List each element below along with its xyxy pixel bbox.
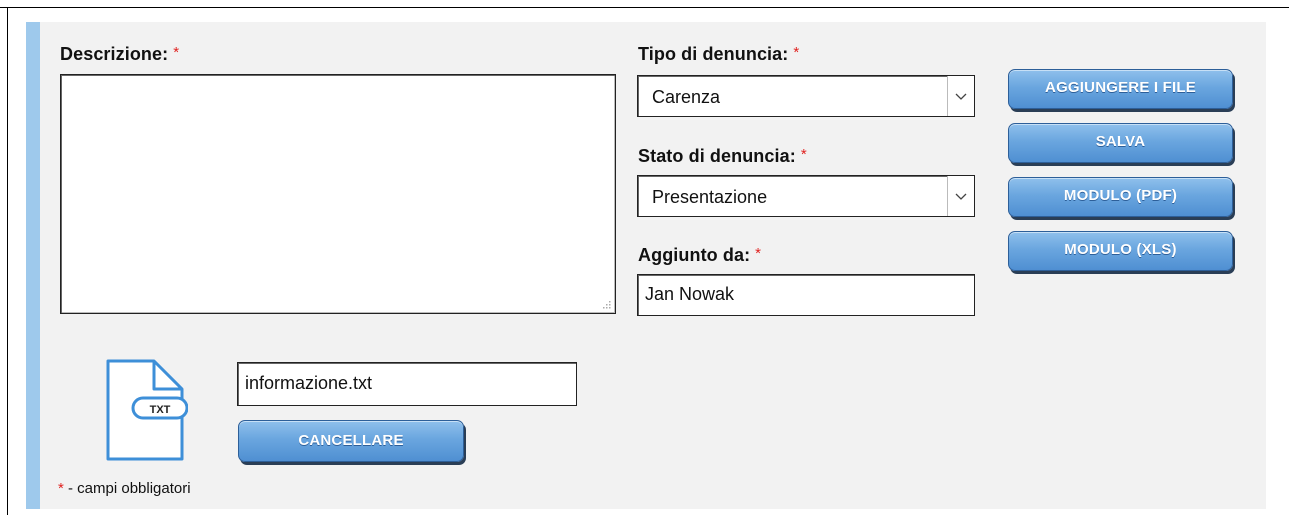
required-mark: * — [800, 146, 807, 163]
form-pdf-button-label: MODULO (PDF) — [1063, 187, 1178, 204]
add-files-button-label: AGGIUNGERE I FILE — [1045, 79, 1196, 96]
report-status-dropdown-toggle[interactable] — [947, 176, 974, 216]
report-type-select[interactable]: Carenza — [637, 75, 975, 117]
required-mark: * — [755, 245, 762, 262]
added-by-value: Jan Nowak — [645, 284, 735, 304]
form-xls-button-label: MODULO (XLS) — [1064, 241, 1177, 258]
window-left-border — [7, 8, 8, 515]
report-type-label-text: Tipo di denuncia: — [638, 44, 789, 64]
report-status-label: Stato di denuncia: * — [638, 146, 807, 167]
required-fields-note-text: - campi obbligatori — [63, 480, 191, 497]
window-top-border — [0, 7, 1289, 8]
report-status-label-text: Stato di denuncia: — [638, 146, 796, 166]
save-button-label: SALVA — [1095, 133, 1146, 150]
chevron-down-icon — [955, 193, 967, 200]
required-fields-note: * - campi obbligatori — [58, 480, 191, 497]
added-by-label-text: Aggiunto da: — [638, 245, 751, 265]
report-type-label: Tipo di denuncia: * — [638, 44, 799, 65]
accent-bar — [26, 22, 40, 509]
attachment-filename: informazione.txt — [245, 373, 373, 393]
report-status-select[interactable]: Presentazione — [637, 175, 975, 217]
report-status-value: Presentazione — [652, 187, 768, 207]
form-xls-button[interactable]: MODULO (XLS) — [1008, 231, 1233, 271]
added-by-input[interactable]: Jan Nowak — [637, 274, 975, 316]
save-button[interactable]: SALVA — [1008, 123, 1233, 163]
report-type-dropdown-toggle[interactable] — [947, 76, 974, 116]
resize-grip-icon[interactable] — [602, 300, 612, 310]
txt-file-icon: TXT — [106, 359, 188, 461]
added-by-label: Aggiunto da: * — [638, 245, 761, 266]
report-type-value: Carenza — [652, 87, 721, 107]
chevron-down-icon — [955, 93, 967, 100]
description-label-text: Descrizione: — [60, 44, 169, 64]
form-pdf-button[interactable]: MODULO (PDF) — [1008, 177, 1233, 217]
delete-attachment-button-label: CANCELLARE — [298, 432, 404, 449]
description-label: Descrizione: * — [60, 44, 179, 65]
delete-attachment-button[interactable]: CANCELLARE — [238, 420, 464, 462]
txt-file-icon-text: TXT — [150, 404, 171, 416]
required-mark: * — [793, 44, 800, 61]
add-files-button[interactable]: AGGIUNGERE I FILE — [1008, 69, 1233, 109]
required-mark: * — [173, 44, 180, 61]
attachment-filename-field[interactable]: informazione.txt — [237, 362, 577, 406]
description-textarea[interactable] — [60, 74, 616, 314]
